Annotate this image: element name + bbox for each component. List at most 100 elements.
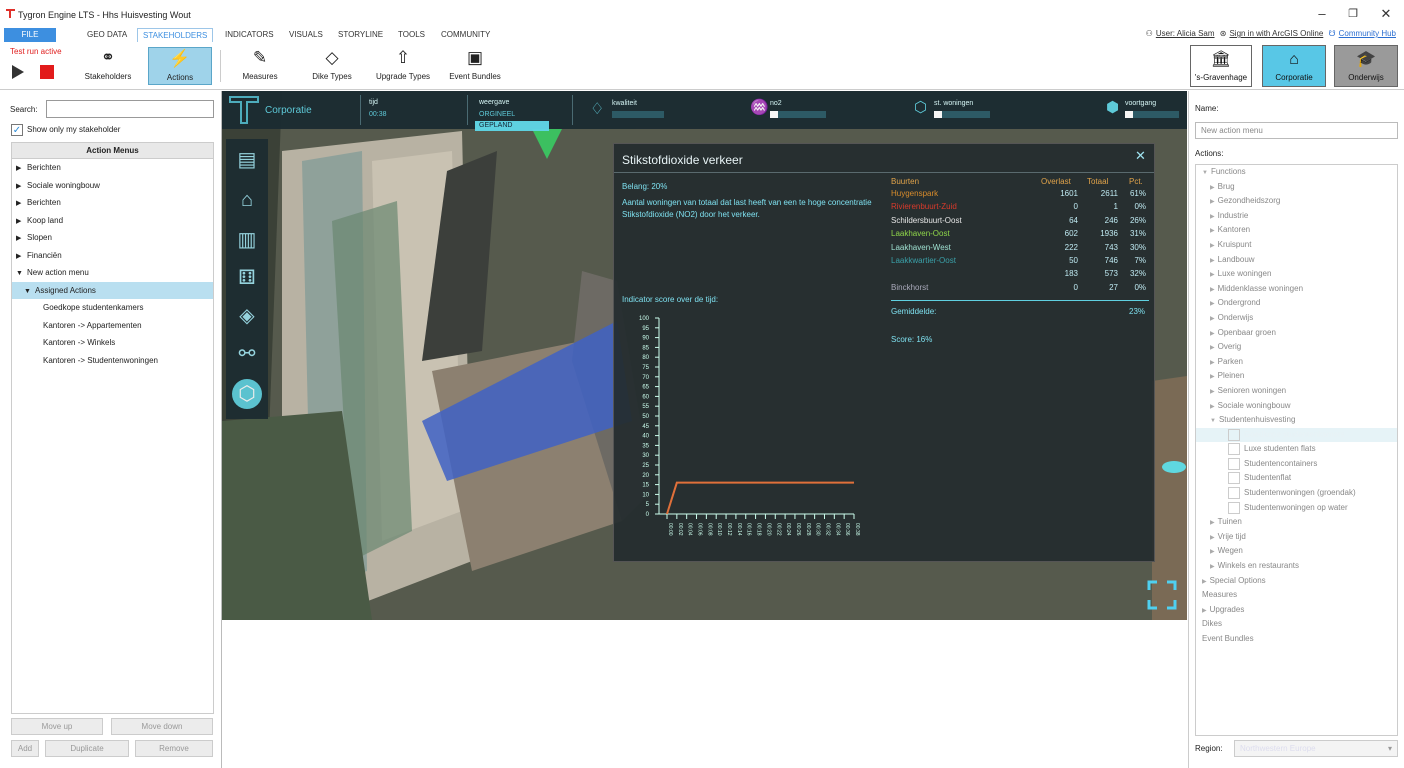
tab-community[interactable]: COMMUNITY bbox=[436, 28, 495, 42]
restore-icon[interactable]: ❐ bbox=[1343, 7, 1363, 20]
action-category[interactable]: ▶ Vrije tijd bbox=[1196, 530, 1397, 545]
action-item[interactable]: Studentencontainers bbox=[1196, 457, 1397, 472]
remove-button[interactable]: Remove bbox=[135, 740, 213, 757]
action-category[interactable]: Dikes bbox=[1196, 617, 1397, 632]
tree-node[interactable]: ▶ Financiën bbox=[12, 247, 213, 265]
triangle-right-icon[interactable]: ▶ bbox=[16, 213, 27, 231]
triangle-right-icon[interactable]: ▶ bbox=[1210, 301, 1215, 307]
search-input[interactable] bbox=[46, 100, 214, 118]
stakeholder-gravenhage[interactable]: 🏛 's-Gravenhage bbox=[1190, 45, 1252, 87]
action-category[interactable]: ▶ Tuinen bbox=[1196, 515, 1397, 530]
measures-button[interactable]: ✎ Measures bbox=[234, 47, 286, 85]
tree-node[interactable]: ▶ Slopen bbox=[12, 229, 213, 247]
tree-node[interactable]: ▶ Sociale woningbouw bbox=[12, 177, 213, 195]
active-tool-icon[interactable]: ⬡ bbox=[232, 379, 262, 409]
action-category[interactable]: ▶ Sociale woningbouw bbox=[1196, 399, 1397, 414]
upgrade-types-button[interactable]: ⇧ Upgrade Types bbox=[371, 47, 435, 85]
layers-tool-icon[interactable]: ▥ bbox=[232, 225, 262, 255]
triangle-down-icon[interactable]: ▼ bbox=[16, 265, 27, 283]
terrain-tool-icon[interactable]: ◈ bbox=[232, 301, 262, 331]
checkbox-icon[interactable] bbox=[1228, 486, 1240, 499]
triangle-right-icon[interactable]: ▶ bbox=[1210, 243, 1215, 249]
move-up-button[interactable]: Move up bbox=[11, 718, 103, 735]
tab-storyline[interactable]: STORYLINE bbox=[333, 28, 388, 42]
triangle-right-icon[interactable]: ▶ bbox=[16, 160, 27, 178]
triangle-right-icon[interactable]: ▶ bbox=[1210, 185, 1215, 191]
triangle-right-icon[interactable]: ▶ bbox=[1210, 331, 1215, 337]
tree-node[interactable]: ▶ Koop land bbox=[12, 212, 213, 230]
indicator-tool-icon[interactable]: ▤ bbox=[232, 145, 262, 175]
minimize-icon[interactable]: – bbox=[1312, 6, 1332, 21]
action-category[interactable]: ▶ Kantoren bbox=[1196, 223, 1397, 238]
checkbox-checked-icon[interactable]: ✓ bbox=[11, 124, 23, 136]
action-item[interactable]: Goedkope studentenkamers bbox=[1196, 427, 1397, 443]
action-item[interactable]: Studentenflat bbox=[1196, 471, 1397, 486]
triangle-down-icon[interactable]: ▼ bbox=[1202, 170, 1208, 176]
action-category[interactable]: ▶ Pleinen bbox=[1196, 369, 1397, 384]
checkbox-icon[interactable] bbox=[1228, 443, 1240, 456]
triangle-right-icon[interactable]: ▶ bbox=[1210, 520, 1215, 526]
action-category[interactable]: ▶ Kruispunt bbox=[1196, 238, 1397, 253]
triangle-right-icon[interactable]: ▶ bbox=[1210, 199, 1215, 205]
close-icon[interactable]: ✕ bbox=[1376, 6, 1396, 22]
action-category[interactable]: ▶ Senioren woningen bbox=[1196, 384, 1397, 399]
triangle-right-icon[interactable]: ▶ bbox=[1210, 316, 1215, 322]
hud-orgineel[interactable]: ORGINEEL bbox=[479, 111, 515, 118]
action-category[interactable]: ▶ Winkels en restaurants bbox=[1196, 559, 1397, 574]
action-category[interactable]: ▶ Luxe woningen bbox=[1196, 267, 1397, 282]
tree-leaf[interactable]: Kantoren -> Appartementen bbox=[12, 317, 213, 335]
triangle-right-icon[interactable]: ▶ bbox=[1210, 564, 1215, 570]
triangle-right-icon[interactable]: ▶ bbox=[1210, 345, 1215, 351]
move-down-button[interactable]: Move down bbox=[111, 718, 213, 735]
user-link[interactable]: User: Alicia Sam bbox=[1156, 29, 1215, 38]
tree-node[interactable]: ▶ Berichten bbox=[12, 194, 213, 212]
triangle-right-icon[interactable]: ▶ bbox=[1210, 535, 1215, 541]
network-tool-icon[interactable]: ⚯ bbox=[232, 339, 262, 369]
tab-stakeholders[interactable]: STAKEHOLDERS bbox=[137, 28, 214, 42]
tab-geo-data[interactable]: GEO DATA bbox=[82, 28, 132, 42]
tab-tools[interactable]: TOOLS bbox=[393, 28, 430, 42]
arcgis-link[interactable]: Sign in with ArcGIS Online bbox=[1229, 29, 1323, 38]
event-bundles-button[interactable]: ▣ Event Bundles bbox=[444, 47, 506, 85]
map-viewport[interactable]: Corporatie tijd 00:38 weergave ORGINEEL … bbox=[222, 91, 1187, 620]
triangle-right-icon[interactable]: ▶ bbox=[1210, 214, 1215, 220]
action-category[interactable]: Measures bbox=[1196, 588, 1397, 603]
name-input[interactable]: New action menu bbox=[1195, 122, 1398, 139]
triangle-down-icon[interactable]: ▼ bbox=[1210, 418, 1216, 424]
add-button[interactable]: Add bbox=[11, 740, 39, 757]
action-category[interactable]: ▶ Industrie bbox=[1196, 209, 1397, 224]
action-category[interactable]: ▶ Brug bbox=[1196, 180, 1397, 195]
triangle-right-icon[interactable]: ▶ bbox=[1210, 404, 1215, 410]
triangle-right-icon[interactable]: ▶ bbox=[16, 195, 27, 213]
checkbox-icon[interactable] bbox=[1228, 501, 1240, 514]
action-category[interactable]: Event Bundles bbox=[1196, 632, 1397, 647]
tree-leaf[interactable]: Kantoren -> Winkels bbox=[12, 334, 213, 352]
triangle-right-icon[interactable]: ▶ bbox=[1210, 258, 1215, 264]
tab-indicators[interactable]: INDICATORS bbox=[220, 28, 279, 42]
triangle-right-icon[interactable]: ▶ bbox=[1210, 374, 1215, 380]
tab-visuals[interactable]: VISUALS bbox=[284, 28, 328, 42]
action-category[interactable]: ▶ Middenklasse woningen bbox=[1196, 282, 1397, 297]
triangle-down-icon[interactable]: ▼ bbox=[24, 283, 35, 301]
action-category[interactable]: ▶ Wegen bbox=[1196, 544, 1397, 559]
action-item[interactable]: Studentenwoningen (groendak) bbox=[1196, 486, 1397, 501]
triangle-right-icon[interactable]: ▶ bbox=[16, 248, 27, 266]
fullscreen-icon[interactable] bbox=[1147, 580, 1177, 610]
action-category[interactable]: ▶ Special Options bbox=[1196, 574, 1397, 589]
stop-icon[interactable] bbox=[40, 65, 54, 79]
action-category[interactable]: ▶ Ondergrond bbox=[1196, 296, 1397, 311]
triangle-right-icon[interactable]: ▶ bbox=[1210, 272, 1215, 278]
triangle-right-icon[interactable]: ▶ bbox=[1210, 389, 1215, 395]
hud-gepland[interactable]: GEPLAND bbox=[475, 121, 549, 131]
action-category[interactable]: ▶ Onderwijs bbox=[1196, 311, 1397, 326]
triangle-right-icon[interactable]: ▶ bbox=[16, 230, 27, 248]
checkbox-icon[interactable] bbox=[1228, 457, 1240, 470]
action-item[interactable]: Luxe studenten flats bbox=[1196, 442, 1397, 457]
play-icon[interactable] bbox=[11, 64, 25, 80]
action-category[interactable]: ▶ Landbouw bbox=[1196, 253, 1397, 268]
triangle-right-icon[interactable]: ▶ bbox=[1202, 608, 1207, 614]
show-only-checkbox[interactable]: ✓ Show only my stakeholder bbox=[11, 124, 120, 136]
dike-types-button[interactable]: ◇ Dike Types bbox=[304, 47, 360, 85]
tree-node[interactable]: ▼ New action menu bbox=[12, 264, 213, 282]
close-icon[interactable]: ✕ bbox=[1135, 148, 1146, 164]
